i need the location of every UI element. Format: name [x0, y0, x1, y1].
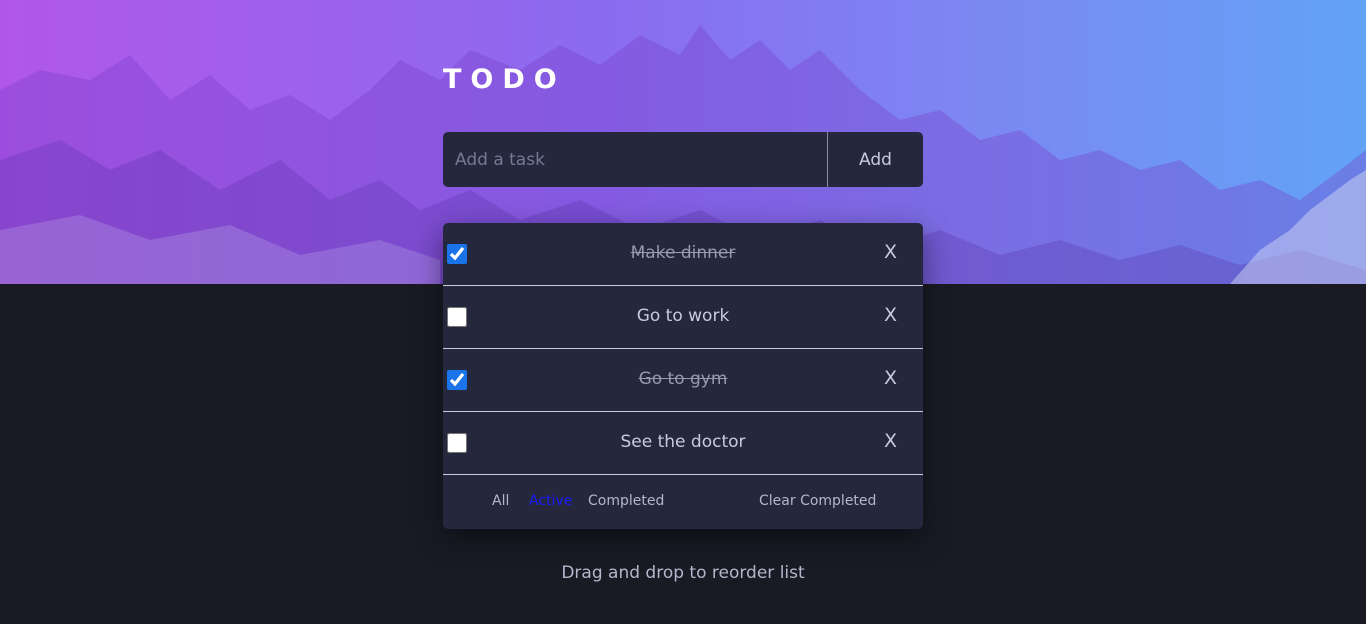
- task-row-3[interactable]: Go to gym X: [443, 349, 923, 412]
- task-list: Make dinner X Go to work X Go to gym X S…: [443, 223, 923, 529]
- clear-completed-button[interactable]: Clear Completed: [759, 493, 876, 509]
- task-row-4[interactable]: See the doctor X: [443, 412, 923, 475]
- delete-button-1[interactable]: X: [884, 241, 897, 263]
- reorder-hint: Drag and drop to reorder list: [561, 563, 805, 583]
- task-row-1[interactable]: Make dinner X: [443, 223, 923, 286]
- filter-active[interactable]: Active: [529, 493, 572, 509]
- task-row-2[interactable]: Go to work X: [443, 286, 923, 349]
- list-footer: All Active Completed Clear Completed: [443, 475, 923, 529]
- task-label-3: Go to gym: [638, 369, 728, 389]
- app-title: TODO: [443, 64, 566, 95]
- task-label-2: Go to work: [636, 306, 730, 326]
- add-task-bar: Add: [443, 132, 923, 187]
- delete-button-2[interactable]: X: [884, 304, 897, 326]
- filter-all[interactable]: All: [492, 493, 509, 509]
- task-label-4: See the doctor: [620, 432, 746, 452]
- task-input[interactable]: [443, 132, 828, 187]
- task-label-1: Make dinner: [630, 243, 736, 263]
- delete-button-4[interactable]: X: [884, 430, 897, 452]
- filter-completed[interactable]: Completed: [588, 493, 664, 509]
- add-button[interactable]: Add: [828, 132, 923, 187]
- delete-button-3[interactable]: X: [884, 367, 897, 389]
